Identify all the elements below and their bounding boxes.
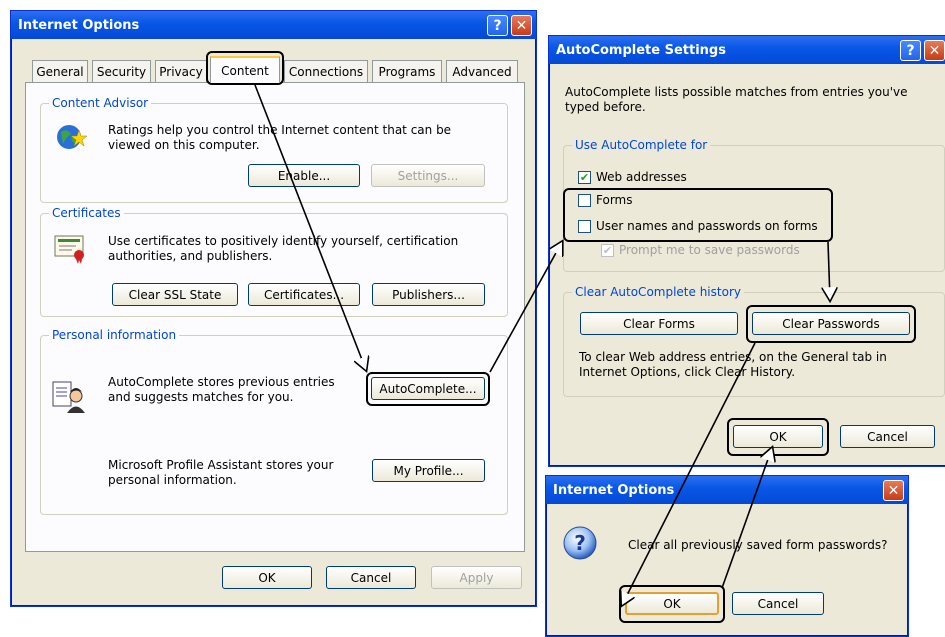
arrow-autocomplete-to-forms: [489, 242, 562, 373]
tab-content[interactable]: Content: [210, 56, 280, 83]
arrow-forms-to-clear-passwords: [828, 241, 830, 300]
arrow-clear-passwords-to-confirm-ok: [622, 342, 756, 605]
arrow-confirm-ok-to-autocomplete-ok: [721, 448, 772, 589]
arrow-content-to-autocomplete: [254, 84, 366, 370]
annotation-arrows: [254, 84, 945, 632]
